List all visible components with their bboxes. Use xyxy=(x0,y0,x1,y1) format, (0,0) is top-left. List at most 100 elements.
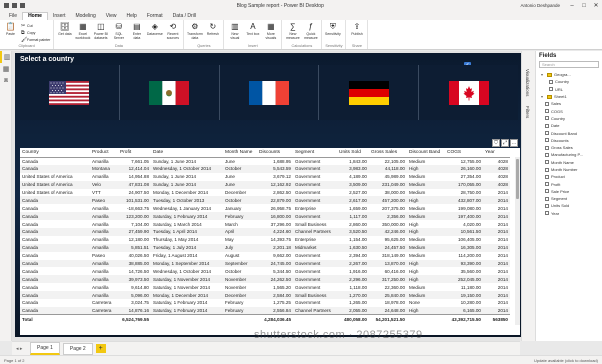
field-item-month-number[interactable]: Month Number xyxy=(539,166,599,173)
tab-file[interactable]: File xyxy=(4,13,22,20)
field-checkbox[interactable] xyxy=(545,109,549,114)
field-checkbox[interactable] xyxy=(545,182,549,187)
field-checkbox[interactable] xyxy=(545,167,549,172)
field-item-discounts[interactable]: Discounts xyxy=(539,137,599,144)
column-header-units-sold[interactable]: Units Sold xyxy=(337,148,369,158)
field-table-sheet1[interactable]: ▾ Sheet1 xyxy=(539,93,599,100)
field-checkbox[interactable] xyxy=(545,145,549,150)
more-visuals-button[interactable]: ▦ More visuals xyxy=(263,22,278,44)
enter-data-button[interactable]: ▤ Enter data xyxy=(129,22,144,44)
paste-button[interactable]: 📋 Paste xyxy=(3,22,18,44)
scrollbar-thumb[interactable] xyxy=(516,159,519,199)
slicer-item-france[interactable] xyxy=(220,65,320,120)
sensitivity-button[interactable]: ⛨ Sensitivity xyxy=(325,22,341,44)
field-checkbox[interactable] xyxy=(545,203,549,208)
table-row[interactable]: United States of America Amarilla 14,954.8… xyxy=(20,173,510,181)
slicer-item-usa[interactable] xyxy=(20,65,120,120)
new-measure-button[interactable]: ∑ New measure xyxy=(285,22,300,44)
field-item-profit[interactable]: Profit xyxy=(539,180,599,187)
field-checkbox[interactable] xyxy=(545,101,549,106)
table-row[interactable]: Canada Carretera 14,876.16 Saturday, 1 Febr… xyxy=(20,306,510,315)
filters-pane-tab[interactable]: Filters xyxy=(525,106,530,118)
field-item-discount-band[interactable]: Discount Band xyxy=(539,129,599,136)
page-tab-1[interactable]: Page 1 xyxy=(30,342,60,355)
table-row[interactable]: Canada Amarilla 9,614.80 Saturday, 1 Novemb… xyxy=(20,283,510,291)
report-view-icon[interactable]: ▥ xyxy=(0,51,12,63)
table-row[interactable]: Canada Amarilla -18,663.75 Wednesday, 1 Jan… xyxy=(20,204,510,212)
filter-icon[interactable]: ⛉ xyxy=(492,139,500,147)
update-notice[interactable]: Update available (click to download) xyxy=(534,358,598,363)
redo-icon[interactable] xyxy=(20,3,25,8)
column-header-month-name[interactable]: Month Name xyxy=(223,148,257,158)
field-table-geogra[interactable]: ▾ Geogra... xyxy=(539,71,599,78)
tab-home[interactable]: Home xyxy=(22,12,48,20)
table-row[interactable]: Canada Amarilla 38,885.00 Monday, 1 Septemb… xyxy=(20,259,510,268)
table-row[interactable]: Canada Amarilla 7,104.00 Saturday, 1 March … xyxy=(20,220,510,228)
save-icon[interactable] xyxy=(4,3,9,8)
table-row[interactable]: Canada Carretera 3,024.75 Saturday, 1 Febru… xyxy=(20,299,510,307)
field-item-product[interactable]: Product xyxy=(539,173,599,180)
tab-help[interactable]: Help xyxy=(122,13,142,20)
page-nav-icon[interactable]: ◂ ▸ xyxy=(16,346,22,352)
column-header-segment[interactable]: Segment xyxy=(293,148,337,158)
slicer-item-mexico[interactable] xyxy=(120,65,220,120)
table-row[interactable]: United States of America VTT 24,907.50 Mond… xyxy=(20,189,510,197)
field-checkbox[interactable] xyxy=(545,116,549,121)
column-header-profit[interactable]: Profit xyxy=(118,148,151,158)
field-item-cogs[interactable]: COGS xyxy=(539,107,599,114)
field-item-sales[interactable]: Sales xyxy=(539,100,599,107)
excel-workbook-button[interactable]: ▦ Excel workbook xyxy=(75,22,90,44)
model-view-icon[interactable]: ⧈ xyxy=(0,75,12,87)
field-item-year[interactable]: Year xyxy=(539,210,599,217)
field-checkbox[interactable] xyxy=(545,152,549,157)
tab-data-drill[interactable]: Data / Drill xyxy=(168,13,201,20)
table-row[interactable]: Canada Amarilla 27,459.90 Tuesday, 1 April … xyxy=(20,228,510,236)
table-scrollbar[interactable] xyxy=(515,157,520,325)
table-row[interactable]: Canada Amarilla 5,851.51 Tuesday, 1 July 20… xyxy=(20,243,510,252)
field-checkbox[interactable] xyxy=(545,174,549,179)
column-header-gross-sales[interactable]: Gross Sales xyxy=(369,148,407,158)
table-row[interactable]: Canada Amarilla 5,096.00 Monday, 1 December… xyxy=(20,291,510,300)
chevron-down-icon[interactable]: ▾ xyxy=(541,72,545,77)
field-item-month-name[interactable]: Month Name xyxy=(539,159,599,166)
get-data-button[interactable]: 🗄 Get data xyxy=(57,22,72,44)
maximize-icon[interactable]: □ xyxy=(578,3,590,9)
text-box-button[interactable]: A Text box xyxy=(245,22,260,44)
quick-measure-button[interactable]: ƒ Quick measure xyxy=(303,22,318,44)
user-name[interactable]: Antonio Deshpande xyxy=(520,3,560,8)
field-checkbox[interactable] xyxy=(545,138,549,143)
new-visual-button[interactable]: ▥ New visual xyxy=(227,22,242,44)
tab-modeling[interactable]: Modeling xyxy=(70,13,100,20)
format-painter-button[interactable]: 🖌 Format painter xyxy=(21,37,50,43)
data-view-icon[interactable]: ▦ xyxy=(0,63,12,75)
page-tab-2[interactable]: Page 2 xyxy=(62,342,93,355)
field-item-units-sold[interactable]: Units Sold xyxy=(539,202,599,209)
refresh-button[interactable]: ↻ Refresh xyxy=(205,22,220,44)
copy-button[interactable]: ⧉ Copy xyxy=(21,30,50,36)
recent-sources-button[interactable]: ⟲ Recent sources xyxy=(165,22,180,44)
field-item-date[interactable]: Date xyxy=(539,122,599,129)
column-header-country[interactable]: Country xyxy=(20,148,90,158)
tab-format[interactable]: Format xyxy=(142,13,168,20)
column-header-date[interactable]: Date xyxy=(151,148,223,158)
field-item-gross-sales[interactable]: Gross Sales xyxy=(539,144,599,151)
chevron-down-icon[interactable]: ▾ xyxy=(541,94,545,99)
field-item-country[interactable]: Country xyxy=(539,115,599,122)
field-checkbox[interactable] xyxy=(545,189,549,194)
slicer-item-germany[interactable] xyxy=(319,65,420,120)
table-row[interactable]: Canada Amarilla 7,661.05 Sunday, 1 June 201… xyxy=(20,157,510,165)
field-checkbox[interactable] xyxy=(545,211,549,216)
column-header-discounts[interactable]: Discounts xyxy=(257,148,293,158)
column-header-cogs[interactable]: COGS xyxy=(445,148,483,158)
column-header-discount-band[interactable]: Discount Band xyxy=(407,148,445,158)
sales-table-visual[interactable]: ⛉ ⤢ … Country Product Profit Date Month Name… xyxy=(20,139,520,335)
slicer-item-canada[interactable] xyxy=(419,65,518,120)
add-page-button[interactable]: + xyxy=(95,344,106,353)
publish-button[interactable]: ⇪ Publish xyxy=(349,22,364,44)
field-checkbox[interactable] xyxy=(545,131,549,136)
undo-icon[interactable] xyxy=(12,3,17,8)
more-options-icon[interactable]: … xyxy=(510,139,518,147)
tab-insert[interactable]: Insert xyxy=(48,13,71,20)
field-item-url[interactable]: URL xyxy=(539,86,599,93)
table-row[interactable]: Canada Amarilla 12,180.00 Thursday, 1 May 2… xyxy=(20,236,510,244)
